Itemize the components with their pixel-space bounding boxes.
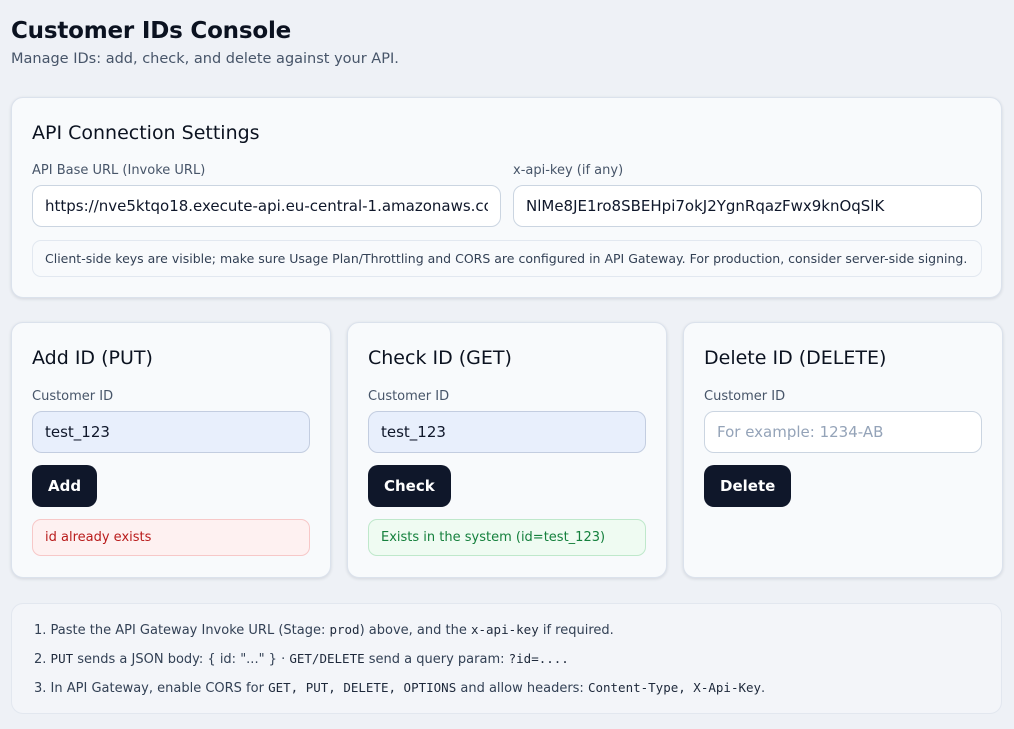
delete-button[interactable]: Delete (704, 465, 792, 507)
check-id-card: Check ID (GET) Customer ID Check Exists … (347, 322, 667, 578)
instruction-text: 1. Paste the API Gateway Invoke URL (Sta… (34, 623, 330, 638)
check-id-title: Check ID (GET) (368, 347, 512, 369)
code-snippet: Content-Type, X-Api-Key (587, 680, 762, 695)
add-customer-id-input[interactable] (32, 411, 310, 453)
code-snippet: ?id=.... (508, 651, 569, 666)
page: Customer IDs Console Manage IDs: add, ch… (0, 0, 1014, 729)
security-notice: Client-side keys are visible; make sure … (32, 240, 982, 277)
delete-customer-id-label: Customer ID (704, 389, 786, 404)
page-subtitle: Manage IDs: add, check, and delete again… (11, 51, 399, 67)
api-settings-title: API Connection Settings (32, 122, 260, 144)
add-id-card: Add ID (PUT) Customer ID Add id already … (11, 322, 331, 578)
instruction-text: ) above, and the (359, 623, 471, 638)
code-snippet: PUT (50, 651, 74, 666)
api-key-input[interactable] (513, 185, 982, 227)
delete-customer-id-input[interactable] (704, 411, 982, 453)
check-customer-id-label: Customer ID (368, 389, 450, 404)
add-button[interactable]: Add (32, 465, 98, 507)
instruction-text: and allow headers: (456, 681, 588, 696)
page-title: Customer IDs Console (11, 18, 292, 44)
add-customer-id-label: Customer ID (32, 389, 114, 404)
instruction-step-2: 2. PUT sends a JSON body: { id: "..." } … (34, 651, 569, 667)
instructions-panel: 1. Paste the API Gateway Invoke URL (Sta… (11, 603, 1002, 714)
instruction-text: sends a JSON body: { id: "..." } · (73, 652, 290, 667)
code-snippet: x-api-key (470, 622, 539, 637)
check-status-message: Exists in the system (id=test_123) (368, 519, 646, 556)
base-url-label: API Base URL (Invoke URL) (32, 163, 206, 178)
check-customer-id-input[interactable] (368, 411, 646, 453)
delete-id-title: Delete ID (DELETE) (704, 347, 887, 369)
api-key-label: x-api-key (if any) (513, 163, 624, 178)
add-status-message: id already exists (32, 519, 310, 556)
check-button[interactable]: Check (368, 465, 451, 507)
code-snippet: prod (329, 622, 360, 637)
code-snippet: GET, PUT, DELETE, OPTIONS (268, 680, 457, 695)
instruction-text: . (761, 681, 766, 696)
instruction-step-1: 1. Paste the API Gateway Invoke URL (Sta… (34, 622, 614, 638)
instruction-text: 3. In API Gateway, enable CORS for (34, 681, 269, 696)
base-url-input[interactable] (32, 185, 501, 227)
instruction-step-3: 3. In API Gateway, enable CORS for GET, … (34, 680, 765, 696)
api-settings-card: API Connection Settings API Base URL (In… (11, 97, 1002, 298)
instruction-text: if required. (538, 623, 614, 638)
add-id-title: Add ID (PUT) (32, 347, 153, 369)
instruction-text: send a query param: (364, 652, 509, 667)
code-snippet: GET/DELETE (289, 651, 365, 666)
delete-id-card: Delete ID (DELETE) Customer ID Delete (683, 322, 1003, 578)
instruction-text: 2. (34, 652, 51, 667)
